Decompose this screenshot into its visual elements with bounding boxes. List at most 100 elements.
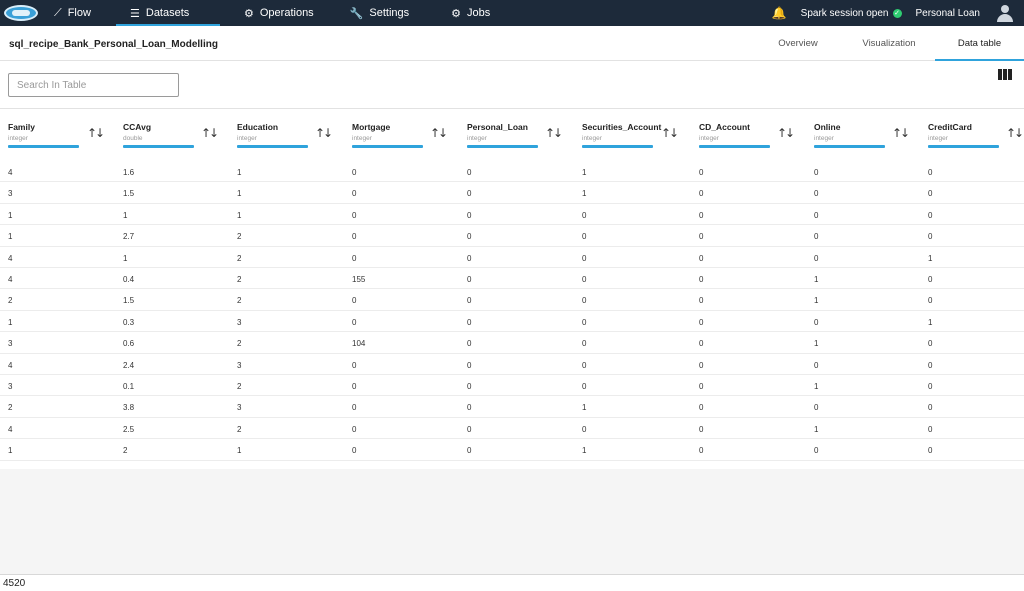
nav-item-datasets[interactable]: ☰ Datasets: [116, 0, 220, 26]
table-row[interactable]: 4 2.4 3 0 0 0 0 0 0: [0, 354, 1024, 375]
tab-visualization[interactable]: Visualization: [849, 26, 929, 61]
table-cell: 0: [582, 424, 587, 434]
table-cell: 3.8: [123, 403, 135, 413]
column-header[interactable]: Online integer ↑↓: [814, 109, 924, 161]
column-header[interactable]: Personal_Loan integer ↑↓: [467, 109, 577, 161]
table-cell: 0: [352, 253, 357, 263]
column-type: integer: [699, 135, 719, 142]
table-cell: 0: [582, 317, 587, 327]
column-header[interactable]: CD_Account integer ↑↓: [699, 109, 809, 161]
sort-icon[interactable]: ↑↓: [777, 126, 795, 140]
table-cell: 0: [582, 232, 587, 242]
sort-icon[interactable]: ↑↓: [87, 126, 105, 140]
sort-icon[interactable]: ↑↓: [1006, 126, 1024, 140]
search-input[interactable]: [8, 73, 179, 97]
nav-item-jobs[interactable]: ⚙ Jobs: [437, 0, 504, 26]
table-cell: 0: [814, 446, 819, 456]
table-row[interactable]: 1 2.7 2 0 0 0 0 0 0: [0, 225, 1024, 247]
project-name[interactable]: Personal Loan: [916, 8, 981, 19]
table-row[interactable]: 2 1.5 2 0 0 0 0 1 0: [0, 289, 1024, 311]
table-cell: 0: [699, 446, 704, 456]
table-row[interactable]: 4 2.5 2 0 0 0 0 1 0: [0, 418, 1024, 440]
sort-icon[interactable]: ↑↓: [201, 126, 219, 140]
row-count: 4520: [3, 578, 26, 589]
table-cell: 1: [814, 424, 819, 434]
sort-icon[interactable]: ↑↓: [315, 126, 333, 140]
table-cell: 2: [237, 253, 242, 263]
table-row[interactable]: 4 0.4 2 155 0 0 0 1 0: [0, 268, 1024, 290]
table-cell: 1: [8, 210, 13, 220]
table-row[interactable]: 3 0.1 2 0 0 0 0 1 0: [0, 375, 1024, 397]
top-nav: ⟋ Flow ☰ Datasets ⚙ Operations 🔧 Setting…: [0, 0, 1024, 26]
table-cell: 0: [699, 210, 704, 220]
column-header[interactable]: Education integer ↑↓: [237, 109, 347, 161]
spark-session-status[interactable]: Spark session open ✓: [801, 8, 902, 19]
table-row[interactable]: 4 1.6 1 0 0 1 0 0 0: [0, 161, 1024, 183]
column-header[interactable]: Family integer ↑↓: [8, 109, 118, 161]
sort-icon[interactable]: ↑↓: [661, 126, 679, 140]
sort-icon[interactable]: ↑↓: [892, 126, 910, 140]
column-quality-bar: [8, 145, 79, 148]
data-table: Family integer ↑↓ CCAvg double ↑↓ Education int…: [0, 109, 1024, 469]
bell-icon[interactable]: 🔔: [772, 6, 787, 20]
column-name: Mortgage: [352, 122, 391, 132]
column-name: Online: [814, 122, 841, 132]
column-type: integer: [8, 135, 28, 142]
column-header[interactable]: CreditCard integer ↑↓: [928, 109, 1024, 161]
column-name: Securities_Account: [582, 122, 662, 132]
column-quality-bar: [352, 145, 423, 148]
table-cell: 0: [814, 317, 819, 327]
table-row[interactable]: 3 0.6 2 104 0 0 0 1 0: [0, 332, 1024, 354]
sort-icon[interactable]: ↑↓: [430, 126, 448, 140]
table-row[interactable]: 1 2 1 0 0 1 0 0 0: [0, 439, 1024, 461]
table-row[interactable]: 1 0.3 3 0 0 0 0 0 1: [0, 311, 1024, 333]
table-cell: 2: [237, 232, 242, 242]
column-header[interactable]: Mortgage integer ↑↓: [352, 109, 462, 161]
nav-item-flow[interactable]: ⟋ Flow: [54, 0, 116, 26]
nav-item-settings[interactable]: 🔧 Settings: [336, 0, 423, 26]
table-row[interactable]: 11.53000011: [0, 461, 1024, 469]
table-cell: 3: [237, 403, 242, 413]
table-row[interactable]: 4 1 2 0 0 0 0 0 1: [0, 247, 1024, 268]
sort-icon[interactable]: ↑↓: [545, 126, 563, 140]
column-name: CreditCard: [928, 122, 972, 132]
table-cell: 0: [467, 382, 472, 391]
table-cell: 1.5: [123, 296, 135, 306]
column-name: Education: [237, 122, 279, 132]
table-cell: 0: [699, 360, 704, 370]
column-type: integer: [582, 135, 602, 142]
table-cell: 2.7: [123, 232, 135, 242]
column-header[interactable]: CCAvg double ↑↓: [123, 109, 233, 161]
list-icon: ☰: [130, 6, 140, 20]
table-cell: 0: [928, 339, 933, 349]
table-cell: 1: [928, 317, 933, 327]
table-cell: 1: [582, 446, 587, 456]
tab-overview[interactable]: Overview: [765, 26, 831, 61]
table-cell: 0: [699, 253, 704, 263]
app-logo[interactable]: [4, 5, 38, 21]
table-cell: 2: [123, 446, 128, 456]
table-row[interactable]: 3 1.5 1 0 0 1 0 0 0: [0, 182, 1024, 204]
table-cell: 0: [467, 446, 472, 456]
table-cell: 2: [237, 339, 242, 349]
nav-item-operations[interactable]: ⚙ Operations: [230, 0, 328, 26]
table-row[interactable]: 1 1 1 0 0 0 0 0 0: [0, 204, 1024, 226]
table-cell: 0: [467, 296, 472, 306]
table-row[interactable]: 2 3.8 3 0 0 1 0 0 0: [0, 396, 1024, 418]
tab-data-table[interactable]: Data table: [935, 26, 1024, 61]
table-cell: 2.5: [123, 424, 135, 434]
table-cell: 0: [928, 360, 933, 370]
column-quality-bar: [467, 145, 538, 148]
table-cell: 0: [467, 189, 472, 199]
table-cell: 0: [699, 296, 704, 306]
table-cell: 3: [237, 360, 242, 370]
table-cell: 1: [237, 189, 242, 199]
table-cell: 0: [699, 168, 704, 177]
user-avatar-icon[interactable]: [996, 4, 1014, 22]
columns-icon[interactable]: [998, 69, 1012, 80]
column-header[interactable]: Securities_Accountinteger ↑↓: [582, 109, 692, 161]
table-cell: 0: [928, 210, 933, 220]
table-cell: 0: [814, 253, 819, 263]
column-quality-bar: [123, 145, 194, 148]
column-name: CCAvg: [123, 122, 152, 132]
